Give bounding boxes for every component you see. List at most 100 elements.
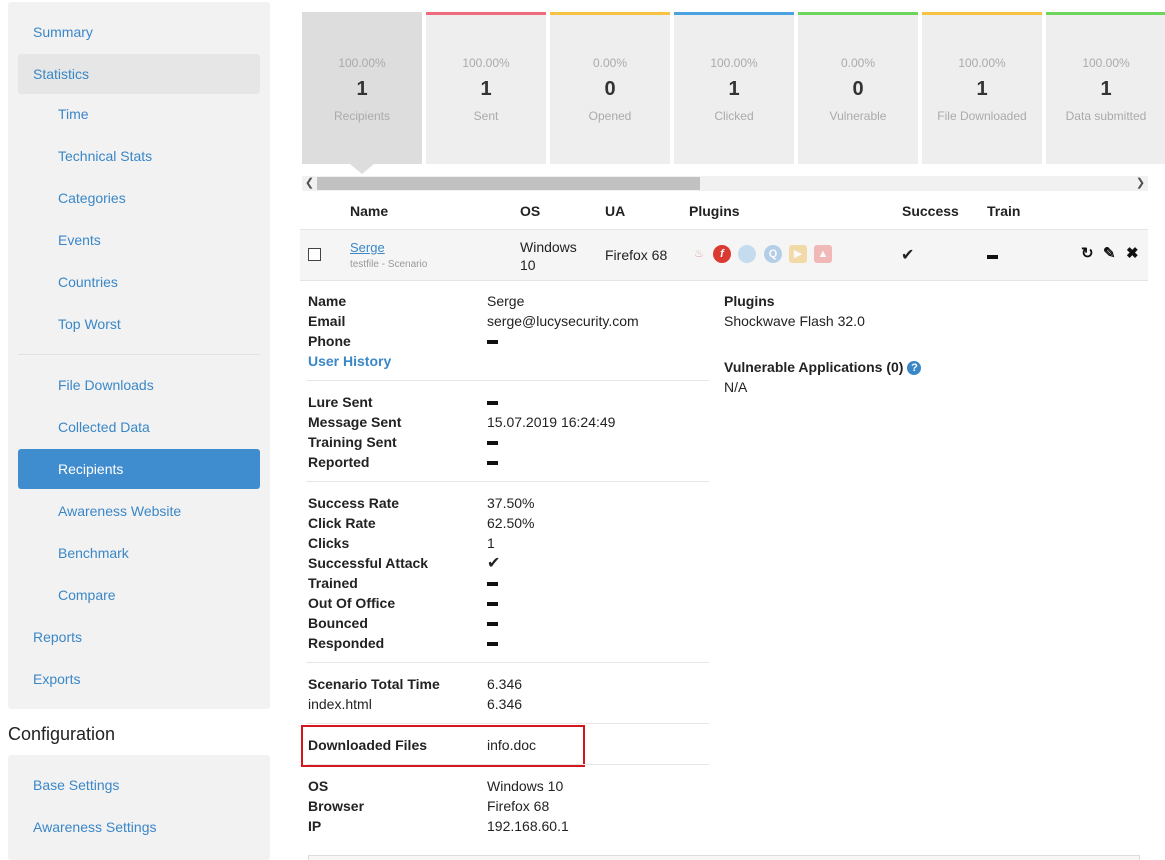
sidebar-item-file-downloads[interactable]: File Downloads	[18, 365, 260, 405]
sidebar-item-reports[interactable]: Reports	[18, 617, 260, 657]
stat-card-clicked[interactable]: 100.00% 1 Clicked	[674, 12, 794, 164]
help-icon[interactable]: ?	[907, 361, 922, 375]
recipient-name-link[interactable]: Serge	[350, 240, 385, 255]
stat-card-percent: 100.00%	[710, 56, 758, 70]
edit-icon[interactable]: ✎	[1103, 244, 1116, 262]
quicktime-icon: Q	[764, 245, 782, 263]
stat-card-percent: 100.00%	[338, 56, 386, 70]
detail-vuln-apps: Vulnerable Applications (0)?	[724, 359, 922, 375]
sidebar-item-time[interactable]: Time	[18, 94, 260, 134]
detail-trained-value	[487, 575, 498, 591]
detail-os-value: Windows 10	[487, 778, 564, 794]
detail-divider	[306, 481, 709, 482]
stat-card-sent[interactable]: 100.00% 1 Sent	[426, 12, 546, 164]
stat-card-accent-bar	[798, 12, 918, 15]
row-os-line2: 10	[520, 257, 536, 273]
detail-os-label: OS	[308, 778, 329, 794]
silverlight-icon	[738, 245, 756, 263]
col-header-plugins[interactable]: Plugins	[689, 203, 740, 219]
sidebar-item-base-settings[interactable]: Base Settings	[18, 765, 260, 805]
detail-phone-label: Phone	[308, 333, 351, 349]
detail-vuln-apps-value: N/A	[724, 379, 748, 395]
detail-divider	[306, 662, 709, 663]
stat-card-file-downloaded[interactable]: 100.00% 1 File Downloaded	[922, 12, 1042, 164]
sidebar-item-countries[interactable]: Countries	[18, 262, 260, 302]
sidebar-item-benchmark[interactable]: Benchmark	[18, 533, 260, 573]
detail-vuln-apps-label: Vulnerable Applications (0)	[724, 359, 904, 375]
detail-scenario-total-time-value: 6.346	[487, 676, 523, 692]
sidebar-item-exports[interactable]: Exports	[18, 659, 260, 699]
row-ua: Firefox 68	[605, 247, 668, 263]
detail-lure-sent-label: Lure Sent	[308, 394, 373, 410]
media-player-icon: ▶	[789, 245, 807, 263]
sidebar-item-recipients[interactable]: Recipients	[18, 449, 260, 489]
sidebar-nav: Summary Statistics Time Technical Stats …	[8, 2, 270, 709]
detail-training-sent-label: Training Sent	[308, 434, 397, 450]
stat-card-vulnerable[interactable]: 0.00% 0 Vulnerable	[798, 12, 918, 164]
row-checkbox[interactable]	[308, 248, 321, 261]
sidebar-item-awareness-settings[interactable]: Awareness Settings	[18, 807, 260, 847]
col-header-train[interactable]: Train	[987, 203, 1020, 219]
sidebar-item-statistics[interactable]: Statistics	[18, 54, 260, 94]
detail-responded-label: Responded	[308, 635, 385, 651]
detail-clicks-label: Clicks	[308, 535, 350, 551]
stat-card-count: 1	[356, 78, 368, 100]
detail-phone-value	[487, 333, 498, 349]
stat-card-count: 1	[976, 78, 988, 100]
detail-successful-attack-value: ✔	[487, 555, 501, 572]
stat-card-percent: 0.00%	[592, 56, 628, 70]
configuration-nav: Base Settings Awareness Settings	[8, 755, 270, 860]
sidebar-item-awareness-website[interactable]: Awareness Website	[18, 491, 260, 531]
detail-successful-attack-label: Successful Attack	[308, 555, 429, 571]
col-header-os[interactable]: OS	[520, 203, 540, 219]
refresh-icon[interactable]: ↻	[1081, 244, 1094, 262]
delete-icon[interactable]: ✖	[1126, 244, 1139, 262]
stat-card-label: Data submitted	[1065, 109, 1147, 123]
detail-reported-label: Reported	[308, 454, 370, 470]
detail-plugins-label: Plugins	[724, 293, 775, 309]
pdf-icon: ▲	[814, 245, 832, 263]
scroll-left-icon[interactable]: ❮	[302, 176, 317, 191]
stat-card-data-submitted[interactable]: 100.00% 1 Data submitted	[1046, 12, 1165, 164]
sidebar-item-technical-stats[interactable]: Technical Stats	[18, 136, 260, 176]
stat-card-count: 1	[480, 78, 492, 100]
stat-card-count: 0	[604, 78, 616, 100]
stat-card-percent: 100.00%	[462, 56, 510, 70]
recipient-scenario: testfile - Scenario	[350, 259, 428, 270]
stat-card-recipients[interactable]: 100.00% 1 Recipients	[302, 12, 422, 164]
detail-message-sent-value: 15.07.2019 16:24:49	[487, 414, 616, 430]
stat-card-percent: 0.00%	[840, 56, 876, 70]
stat-card-accent-bar	[550, 12, 670, 15]
active-card-pointer	[350, 164, 374, 174]
detail-trained-label: Trained	[308, 575, 358, 591]
detail-name-value: Serge	[487, 293, 525, 309]
detail-plugins-value: Shockwave Flash 32.0	[724, 313, 865, 329]
sidebar-item-events[interactable]: Events	[18, 220, 260, 260]
sidebar-item-compare[interactable]: Compare	[18, 575, 260, 615]
user-history-link[interactable]: User History	[308, 353, 391, 369]
cards-scrollbar[interactable]: ❮ ❯	[302, 176, 1148, 191]
col-header-ua[interactable]: UA	[605, 203, 625, 219]
sidebar-item-top-worst[interactable]: Top Worst	[18, 304, 260, 344]
detail-name-label: Name	[308, 293, 347, 309]
sidebar-item-collected-data[interactable]: Collected Data	[18, 407, 260, 447]
detail-training-sent-value	[487, 434, 498, 450]
sidebar-item-summary[interactable]: Summary	[18, 12, 260, 52]
col-header-name[interactable]: Name	[350, 203, 388, 219]
flash-icon: f	[713, 245, 731, 263]
detail-divider	[306, 723, 709, 724]
detail-out-of-office-value	[487, 595, 498, 611]
detail-message-sent-label: Message Sent	[308, 414, 402, 430]
col-header-success[interactable]: Success	[902, 203, 959, 219]
detail-bounced-label: Bounced	[308, 615, 368, 631]
scroll-thumb[interactable]	[317, 177, 700, 190]
downloaded-files-highlight	[301, 725, 585, 767]
detail-index-label: index.html	[308, 696, 372, 712]
configuration-heading: Configuration	[8, 724, 116, 744]
detail-scenario-total-time-label: Scenario Total Time	[308, 676, 440, 692]
scroll-right-icon[interactable]: ❯	[1133, 176, 1148, 191]
stat-card-opened[interactable]: 0.00% 0 Opened	[550, 12, 670, 164]
sidebar-item-categories[interactable]: Categories	[18, 178, 260, 218]
stat-card-accent-bar	[674, 12, 794, 15]
row-os-line1: Windows	[520, 239, 577, 255]
